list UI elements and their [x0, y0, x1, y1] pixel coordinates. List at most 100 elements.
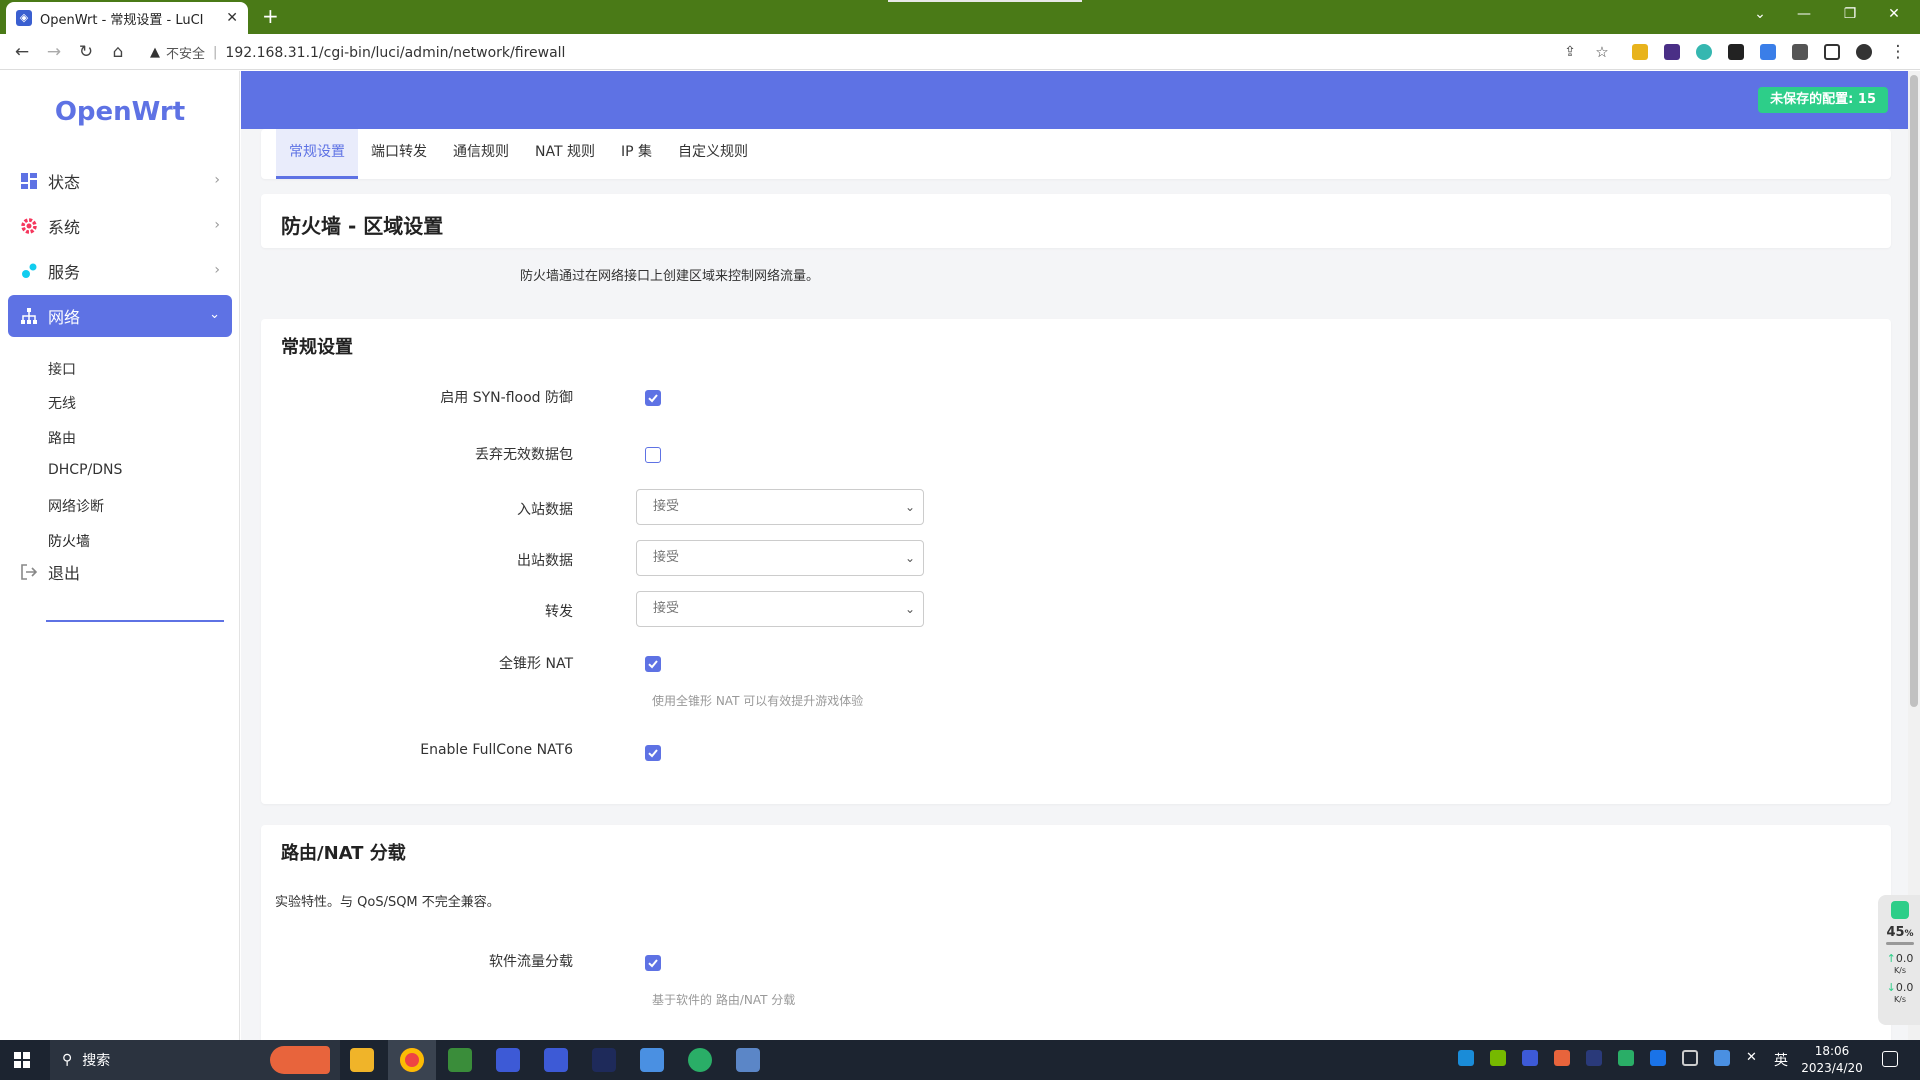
- tab-search-icon[interactable]: ⌄: [1740, 6, 1780, 22]
- fullcone-nat-checkbox[interactable]: [645, 656, 661, 672]
- checkmark-icon: [648, 959, 658, 968]
- tray-dark-icon[interactable]: [1586, 1050, 1602, 1066]
- upload-arrow-icon: ↑: [1886, 952, 1896, 965]
- tray-app-icon[interactable]: [1458, 1050, 1474, 1066]
- chevron-right-icon: ›: [214, 262, 220, 278]
- fullcone-nat6-checkbox[interactable]: [645, 745, 661, 761]
- tab-strip-drag-indicator: [888, 0, 1082, 2]
- vpn-shield-2-icon[interactable]: [544, 1048, 568, 1072]
- unsaved-changes-badge[interactable]: 未保存的配置: 15: [1758, 87, 1888, 113]
- sidebar: OpenWrt 状态 › 系统 › 服务 › 网络 ⌄ 接口 无线 路由 DHC…: [0, 71, 240, 1040]
- extension-translate-icon[interactable]: [1760, 44, 1776, 60]
- browser-menu-icon[interactable]: ⋮: [1888, 42, 1908, 62]
- notification-icon[interactable]: [1882, 1051, 1898, 1067]
- volume-muted-icon[interactable]: ✕: [1746, 1050, 1762, 1066]
- tab-custom-rules[interactable]: 自定义规则: [665, 129, 761, 179]
- submenu-item-interfaces[interactable]: 接口: [48, 359, 76, 379]
- sidebar-item-logout[interactable]: 退出: [8, 551, 232, 593]
- network-icon[interactable]: [1682, 1050, 1698, 1066]
- extension-compass-icon[interactable]: [1696, 44, 1712, 60]
- tab-ip-sets[interactable]: IP 集: [608, 129, 665, 179]
- tray-feishu-icon[interactable]: [1714, 1050, 1730, 1066]
- select-value: 接受: [653, 550, 680, 565]
- section-title: 路由/NAT 分载: [281, 843, 406, 864]
- new-tab-button[interactable]: +: [262, 6, 279, 26]
- bluetooth-icon[interactable]: [1650, 1050, 1666, 1066]
- reload-icon[interactable]: ↻: [76, 42, 96, 62]
- forward-policy-select[interactable]: 接受 ⌄: [636, 591, 924, 627]
- vpn-shield-icon[interactable]: [496, 1048, 520, 1072]
- output-policy-select[interactable]: 接受 ⌄: [636, 540, 924, 576]
- output-policy-label: 出站数据: [517, 553, 573, 569]
- tray-shield-icon[interactable]: [1522, 1050, 1538, 1066]
- tray-orange-icon[interactable]: [1554, 1050, 1570, 1066]
- sidebar-item-services[interactable]: 服务 ›: [8, 250, 232, 292]
- logout-icon: [21, 564, 38, 580]
- submenu-item-diagnostics[interactable]: 网络诊断: [48, 496, 104, 516]
- chevron-down-icon: ⌄: [904, 551, 915, 565]
- tab-close-icon[interactable]: ✕: [226, 10, 238, 26]
- sidebar-item-status[interactable]: 状态 ›: [8, 160, 232, 202]
- taskbar-clock[interactable]: 18:06 2023/4/20: [1800, 1043, 1864, 1077]
- input-policy-select[interactable]: 接受 ⌄: [636, 489, 924, 525]
- sidebar-item-system[interactable]: 系统 ›: [8, 205, 232, 247]
- syn-flood-checkbox[interactable]: [645, 390, 661, 406]
- page-title-card: 防火墙 - 区域设置: [261, 194, 1891, 248]
- sw-offload-checkbox[interactable]: [645, 955, 661, 971]
- drop-invalid-checkbox[interactable]: [645, 447, 661, 463]
- tab-port-forwards[interactable]: 端口转发: [358, 129, 440, 179]
- submenu-item-routes[interactable]: 路由: [48, 428, 76, 448]
- submenu-item-dhcp-dns[interactable]: DHCP/DNS: [48, 462, 122, 478]
- chrome-icon[interactable]: [400, 1048, 424, 1072]
- clock-date: 2023/4/20: [1801, 1061, 1863, 1075]
- tab-general[interactable]: 常规设置: [276, 129, 358, 179]
- feishu-icon[interactable]: [640, 1048, 664, 1072]
- close-window-button[interactable]: ✕: [1874, 6, 1914, 22]
- url-text[interactable]: 192.168.31.1/cgi-bin/luci/admin/network/…: [225, 45, 565, 61]
- remote-desktop-icon[interactable]: [736, 1048, 760, 1072]
- notepad-icon[interactable]: [448, 1048, 472, 1072]
- services-gears-icon: [22, 263, 37, 278]
- tray-wechat-icon[interactable]: [1618, 1050, 1634, 1066]
- tab-traffic-rules[interactable]: 通信规则: [440, 129, 522, 179]
- bookmark-star-icon[interactable]: ☆: [1592, 42, 1612, 62]
- scrollbar-thumb[interactable]: [1910, 75, 1918, 707]
- address-toolbar: ← → ↻ ⌂ ▲ 不安全 | 192.168.31.1/cgi-bin/luc…: [0, 34, 1920, 70]
- ime-indicator[interactable]: 英: [1774, 1050, 1788, 1070]
- sw-offload-hint: 基于软件的 路由/NAT 分载: [652, 993, 796, 1007]
- cpu-percent: 45: [1886, 925, 1905, 940]
- side-panel-icon[interactable]: [1824, 44, 1840, 60]
- file-explorer-icon[interactable]: [350, 1048, 374, 1072]
- extension-black-icon[interactable]: [1728, 44, 1744, 60]
- profile-avatar[interactable]: [1856, 44, 1872, 60]
- minimize-button[interactable]: —: [1784, 6, 1824, 22]
- download-arrow-icon: ↓: [1886, 981, 1896, 994]
- back-icon[interactable]: ←: [12, 42, 32, 62]
- tab-nat-rules[interactable]: NAT 规则: [522, 129, 608, 179]
- offload-description: 实验特性。与 QoS/SQM 不完全兼容。: [275, 895, 500, 910]
- home-icon[interactable]: ⌂: [108, 42, 128, 62]
- extension-folder-icon[interactable]: [1632, 44, 1648, 60]
- app-dark-icon[interactable]: [592, 1048, 616, 1072]
- share-icon[interactable]: ⇪: [1560, 42, 1580, 62]
- sidebar-item-network[interactable]: 网络 ⌄: [8, 295, 232, 337]
- omnibox[interactable]: ▲ 不安全 | 192.168.31.1/cgi-bin/luci/admin/…: [150, 43, 565, 63]
- sidebar-item-label: 网络: [48, 308, 81, 327]
- search-highlight-image: [270, 1046, 330, 1074]
- submenu-item-wireless[interactable]: 无线: [48, 393, 76, 413]
- submenu-item-firewall[interactable]: 防火墙: [48, 531, 90, 551]
- chevron-right-icon: ›: [214, 172, 220, 188]
- network-monitor-widget[interactable]: 45% ↑0.0 K/s ↓0.0 K/s: [1878, 895, 1920, 1025]
- extensions-puzzle-icon[interactable]: [1792, 44, 1808, 60]
- nvidia-icon[interactable]: [1490, 1050, 1506, 1066]
- page-header: 未保存的配置: 15: [241, 71, 1920, 129]
- browser-tab[interactable]: ◈ OpenWrt - 常规设置 - LuCI ✕: [6, 2, 248, 34]
- extension-ia-icon[interactable]: [1664, 44, 1680, 60]
- wechat-icon[interactable]: [688, 1048, 712, 1072]
- restore-button[interactable]: ❐: [1830, 6, 1870, 22]
- submenu-active-underline: [46, 620, 224, 622]
- windows-start-icon[interactable]: [14, 1052, 30, 1068]
- openwrt-logo[interactable]: OpenWrt: [0, 97, 240, 127]
- forward-icon[interactable]: →: [44, 42, 64, 62]
- taskbar-search-box[interactable]: ⚲ 搜索: [50, 1040, 340, 1080]
